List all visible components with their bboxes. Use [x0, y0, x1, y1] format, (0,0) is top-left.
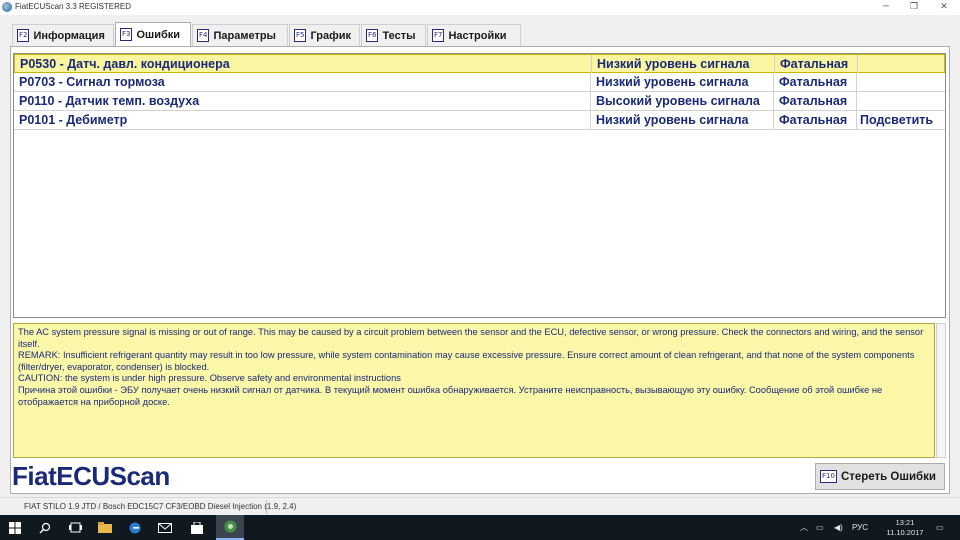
tab-label: График: [310, 29, 352, 42]
error-list: P0530 - Датч. давл. кондиционера Низкий …: [13, 53, 946, 318]
error-code: P0530 - Датч. давл. кондиционера: [15, 55, 592, 73]
error-row[interactable]: P0703 - Сигнал тормоза Низкий уровень си…: [14, 73, 945, 92]
error-status: Низкий уровень сигнала: [591, 73, 774, 91]
tab-info[interactable]: F2 Информация: [12, 24, 114, 46]
close-button[interactable]: ✕: [930, 0, 958, 15]
clear-errors-button[interactable]: F10 Стереть Ошибки: [815, 463, 945, 490]
tab-label: Тесты: [382, 29, 416, 42]
tab-parameters[interactable]: F4 Параметры: [192, 24, 288, 46]
tab-bar: F2 Информация F3 Ошибки F4 Параметры F5 …: [10, 22, 950, 46]
edge-icon[interactable]: [122, 515, 148, 540]
fiatecuscan-icon[interactable]: [216, 515, 244, 540]
f4-key-icon: F4: [197, 29, 210, 42]
error-severity: Фатальная: [774, 111, 857, 129]
store-icon[interactable]: [184, 515, 210, 540]
tray-chevron-icon[interactable]: ︿: [800, 515, 808, 540]
description-scrollbar[interactable]: [936, 323, 946, 458]
notifications-icon[interactable]: ▭: [936, 515, 944, 540]
status-divider: [266, 500, 267, 514]
clock-time: 13:21: [895, 518, 915, 527]
app-icon: [2, 2, 12, 12]
error-action[interactable]: [857, 92, 945, 110]
tab-label: Информация: [33, 29, 105, 42]
error-row[interactable]: P0101 - Дебиметр Низкий уровень сигнала …: [14, 111, 945, 130]
volume-icon[interactable]: ◀): [834, 515, 843, 540]
error-action[interactable]: [858, 55, 946, 73]
clear-errors-label: Стереть Ошибки: [840, 470, 936, 483]
network-icon[interactable]: ▭: [816, 515, 824, 540]
language-indicator[interactable]: РУС: [852, 515, 876, 540]
description-paragraph: CAUTION: the system is under high pressu…: [18, 373, 401, 384]
tab-label: Настройки: [448, 29, 507, 42]
error-description: The AC system pressure signal is missing…: [13, 323, 935, 458]
status-bar: FIAT STILO 1.9 JTD / Bosch EDC15C7 CF3/E…: [0, 497, 960, 516]
title-bar: FiatECUScan 3.3 REGISTERED ─ ❐ ✕: [0, 0, 960, 15]
error-code: P0110 - Датчик темп. воздуха: [14, 92, 591, 110]
f10-key-icon: F10: [820, 470, 837, 483]
error-action[interactable]: [857, 73, 945, 91]
fiatecuscan-logo: FiatECUScan: [12, 461, 170, 491]
clock-date: 11.10.2017: [886, 528, 924, 537]
file-explorer-icon[interactable]: [92, 515, 118, 540]
f3-key-icon: F3: [120, 28, 133, 41]
tab-graph[interactable]: F5 График: [289, 24, 360, 46]
description-paragraph: Причина этой ошибки - ЭБУ получает очень…: [18, 384, 883, 407]
error-row[interactable]: P0530 - Датч. давл. кондиционера Низкий …: [14, 54, 945, 73]
f5-key-icon: F5: [294, 29, 307, 42]
taskbar: ︿ ▭ ◀) РУС 13:21 11.10.2017 ▭: [0, 515, 960, 540]
tab-label: Параметры: [213, 29, 276, 42]
tab-tests[interactable]: F6 Тесты: [361, 24, 426, 46]
tab-label: Ошибки: [136, 28, 181, 41]
error-code: P0703 - Сигнал тормоза: [14, 73, 591, 91]
tab-errors[interactable]: F3 Ошибки: [115, 22, 191, 46]
error-row[interactable]: P0110 - Датчик темп. воздуха Высокий уро…: [14, 92, 945, 111]
description-paragraph: REMARK: Insufficient refrigerant quantit…: [18, 350, 915, 372]
f2-key-icon: F2: [17, 29, 30, 42]
description-paragraph: The AC system pressure signal is missing…: [18, 327, 924, 349]
vehicle-info: FIAT STILO 1.9 JTD / Bosch EDC15C7 CF3/E…: [24, 502, 297, 511]
maximize-button[interactable]: ❐: [900, 0, 928, 15]
windows-icon[interactable]: [2, 515, 28, 540]
error-status: Высокий уровень сигнала: [591, 92, 774, 110]
minimize-button[interactable]: ─: [872, 0, 900, 15]
tab-settings[interactable]: F7 Настройки: [427, 24, 521, 46]
error-code: P0101 - Дебиметр: [14, 111, 591, 129]
task-view-icon[interactable]: [62, 515, 88, 540]
search-icon[interactable]: [32, 515, 58, 540]
f7-key-icon: F7: [432, 29, 445, 42]
clock[interactable]: 13:21 11.10.2017: [880, 518, 930, 538]
error-severity: Фатальная: [774, 73, 857, 91]
error-severity: Фатальная: [775, 55, 858, 73]
window-title: FiatECUScan 3.3 REGISTERED: [15, 2, 132, 11]
error-severity: Фатальная: [774, 92, 857, 110]
highlight-link[interactable]: Подсветить: [857, 111, 945, 129]
error-status: Низкий уровень сигнала: [592, 55, 775, 73]
f6-key-icon: F6: [366, 29, 379, 42]
error-status: Низкий уровень сигнала: [591, 111, 774, 129]
mail-icon[interactable]: [152, 515, 178, 540]
